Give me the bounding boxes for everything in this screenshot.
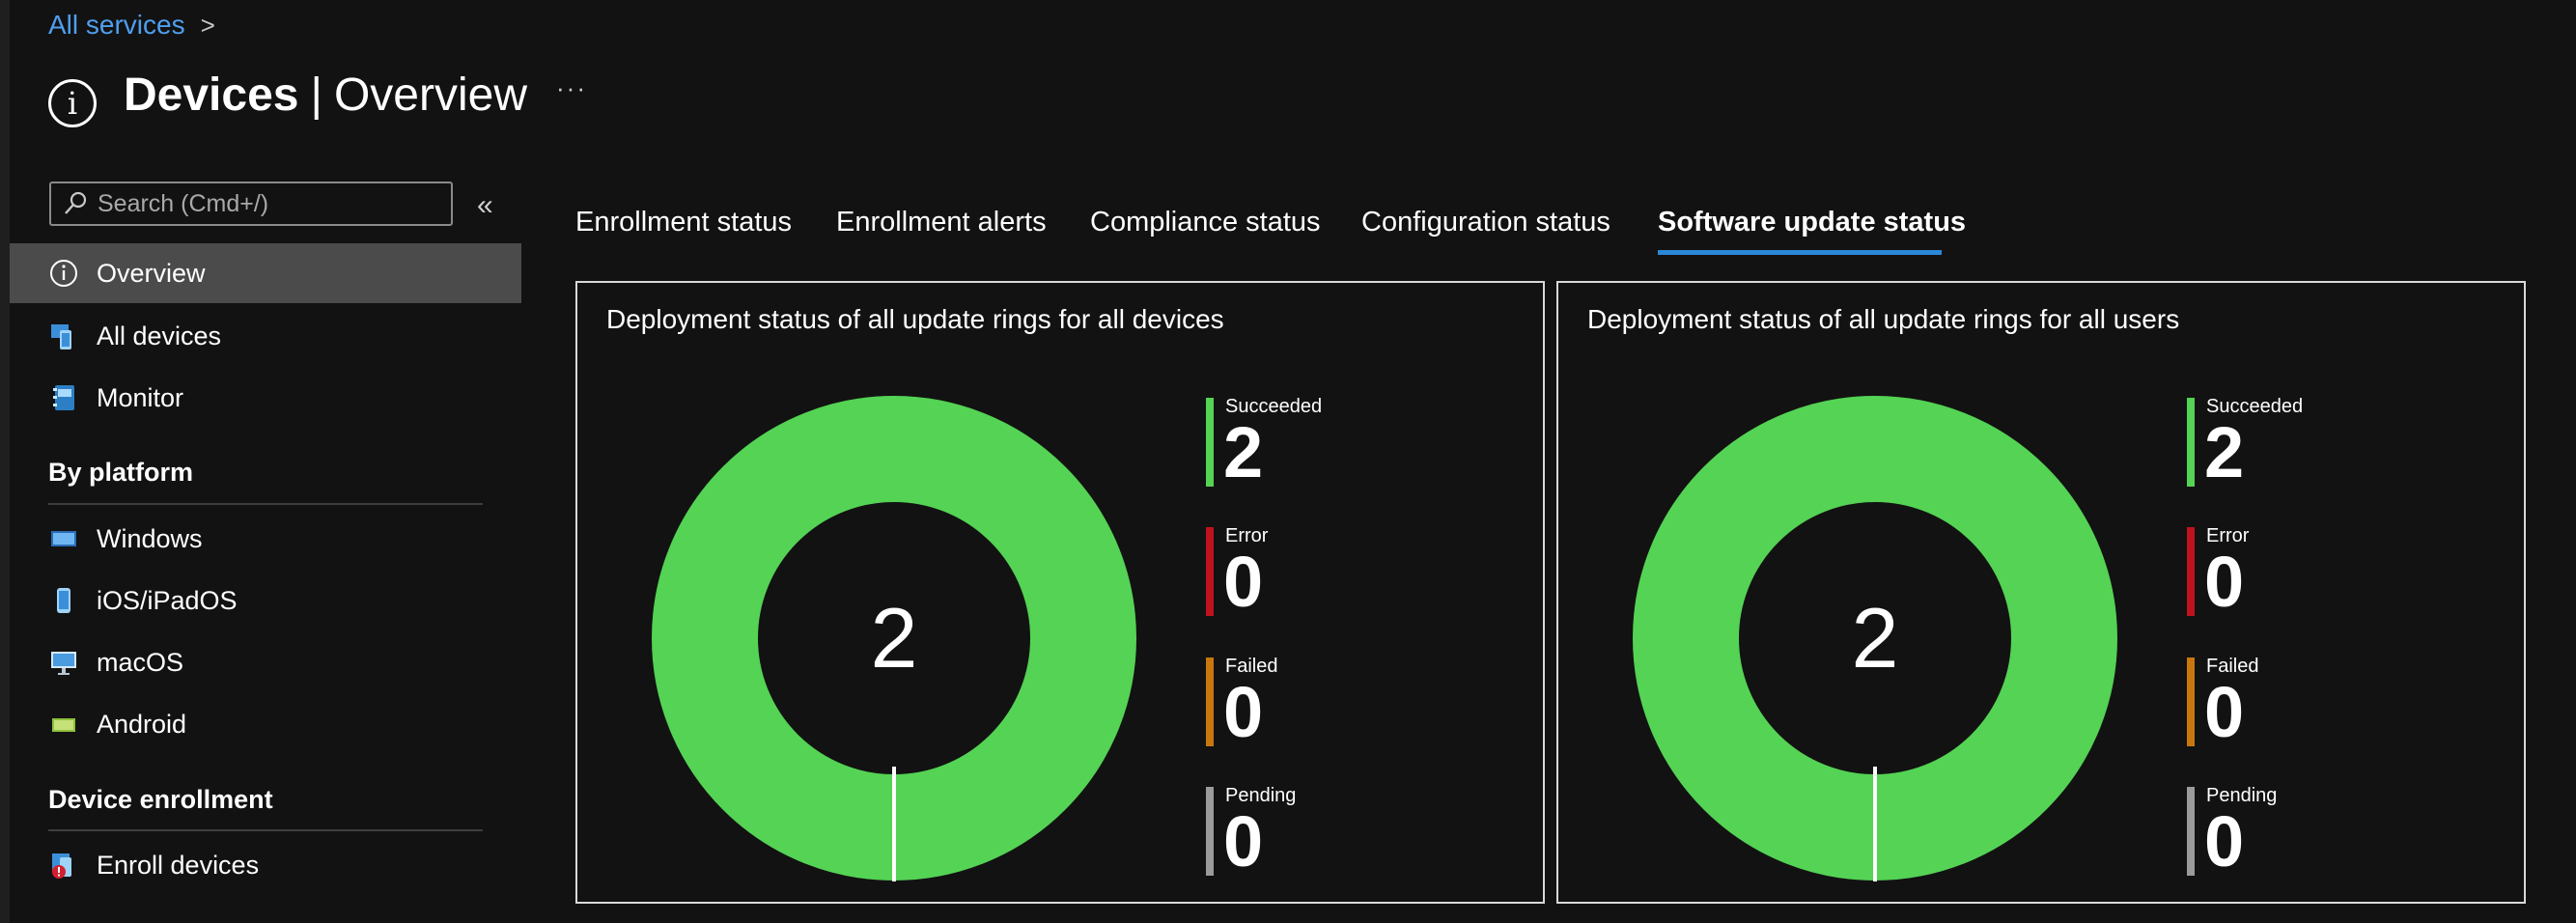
donut-center-total: 2 [1851,590,1899,685]
sidebar-item-ios[interactable]: iOS/iPadOS [10,571,521,630]
tab-software-update-status[interactable]: Software update status [1658,207,1966,238]
sidebar-item-label: iOS/iPadOS [97,585,238,615]
tab-enrollment-status[interactable]: Enrollment status [575,207,792,238]
section-heading-by-platform: By platform [48,458,194,487]
sidebar-item-label: Android [97,709,187,739]
legend-color-bar [2187,657,2195,746]
legend-value: 0 [2204,672,2245,752]
enroll-devices-icon [48,850,79,881]
monitor-book-icon [48,382,79,413]
sidebar-item-monitor[interactable]: Monitor [10,368,521,428]
sidebar-item-label: macOS [97,647,184,677]
divider [48,829,483,831]
deployment-status-devices-card[interactable]: Deployment status of all update rings fo… [575,281,1545,904]
page-header: i Devices | Overview [48,62,527,127]
sidebar-item-label: Overview [97,258,206,288]
section-heading-device-enrollment: Device enrollment [48,785,273,814]
tab-enrollment-alerts[interactable]: Enrollment alerts [836,207,1047,238]
sidebar-item-android[interactable]: Android [10,694,521,754]
card-title: Deployment status of all update rings fo… [606,304,1224,334]
legend-value: 0 [1223,801,1264,881]
android-device-icon [48,709,79,740]
legend-value: 2 [1223,412,1264,492]
breadcrumb: All services > [48,10,215,41]
window-left-edge [0,0,10,923]
active-tab-indicator [1658,250,1942,255]
legend-color-bar [1206,527,1214,616]
card-title: Deployment status of all update rings fo… [1587,304,2180,334]
page-title-separator: | [310,69,322,121]
legend-value: 0 [2204,542,2245,622]
sidebar-item-label: Enroll devices [97,850,260,880]
page-title: Devices | Overview [124,69,527,122]
sidebar-item-label: Monitor [97,382,184,412]
sidebar-item-overview[interactable]: Overview [10,243,521,303]
search-box [49,182,453,226]
sidebar-item-windows[interactable]: Windows [10,509,521,569]
sidebar-item-all-devices[interactable]: All devices [10,306,521,366]
info-icon [48,258,79,289]
search-icon [65,191,87,214]
sidebar-item-label: All devices [97,321,222,350]
legend-color-bar [2187,787,2195,876]
legend-color-bar [2187,398,2195,487]
legend-color-bar [1206,657,1214,746]
sidebar-item-label: Windows [97,523,203,553]
legend-color-bar [2187,527,2195,616]
breadcrumb-all-services-link[interactable]: All services [48,10,185,41]
chevron-right-icon: > [200,10,215,40]
mac-desktop-icon [48,647,79,678]
more-options-icon[interactable]: ··· [556,73,587,103]
legend-value: 0 [1223,542,1264,622]
tab-compliance-status[interactable]: Compliance status [1090,207,1321,238]
tab-configuration-status[interactable]: Configuration status [1361,207,1610,238]
collapse-sidebar-icon[interactable]: « [477,189,493,222]
info-icon: i [48,79,97,127]
search-input[interactable] [96,188,447,219]
sidebar-item-enroll-devices[interactable]: Enroll devices [10,835,521,895]
legend-value: 0 [1223,672,1264,752]
windows-laptop-icon [48,523,79,554]
page-title-main: Devices [124,69,299,121]
divider [48,503,483,505]
devices-icon [48,321,79,351]
legend-value: 0 [2204,801,2245,881]
sidebar-item-macos[interactable]: macOS [10,632,521,692]
deployment-status-users-card[interactable]: Deployment status of all update rings fo… [1556,281,2526,904]
donut-center-total: 2 [870,590,918,685]
legend-value: 2 [2204,412,2245,492]
legend-color-bar [1206,787,1214,876]
page-title-sub: Overview [333,69,527,121]
legend-color-bar [1206,398,1214,487]
phone-icon [48,585,79,616]
